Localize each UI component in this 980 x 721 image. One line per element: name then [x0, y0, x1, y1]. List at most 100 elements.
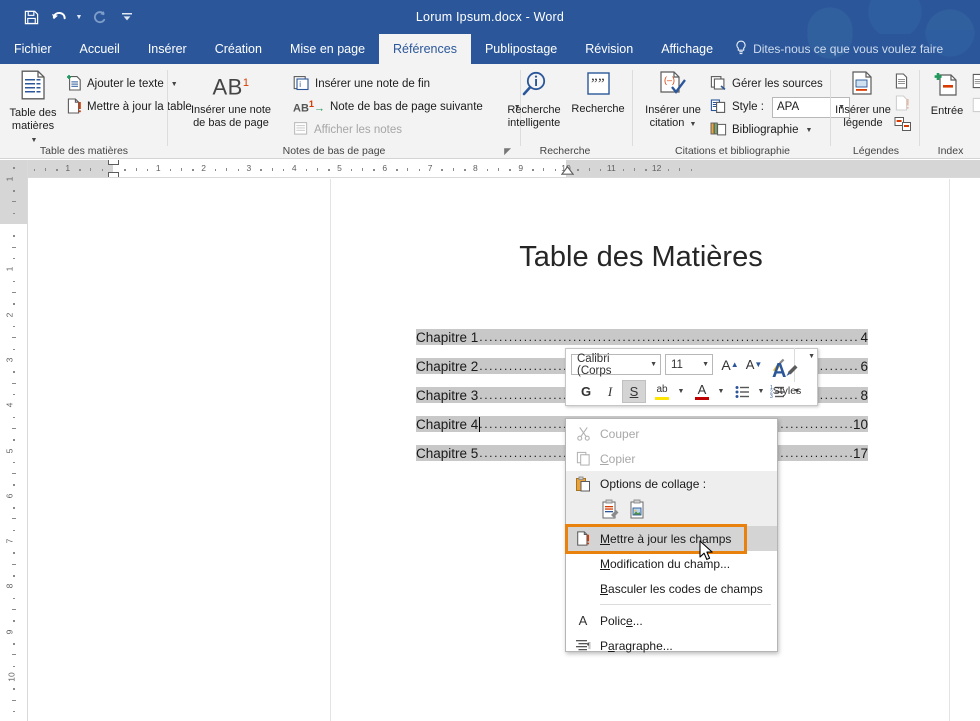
insert-index-icon-svg — [972, 73, 980, 89]
horizontal-ruler[interactable]: 1123456789101112 — [28, 160, 980, 178]
font-name-combo[interactable]: Calibri (Corps ▼ — [571, 353, 661, 377]
font-size-value: 11 — [671, 358, 683, 371]
mini-formatting-toolbar[interactable]: Calibri (Corps ▼ 11 ▼ A▲ A ▼ G I S ab ▼ — [565, 347, 818, 406]
add-text-button[interactable]: Ajouter le texte ▼ — [66, 74, 178, 94]
vruler-half-mark — [12, 201, 16, 203]
ruler-quarter-dot — [282, 169, 285, 171]
styles-dropdown-caret-icon[interactable]: ▼ — [808, 353, 815, 360]
manage-sources-button[interactable]: Gérer les sources — [710, 74, 823, 94]
ruler-quarter-dot — [509, 169, 511, 171]
ruler-quarter-dot — [305, 169, 308, 171]
researcher-button[interactable]: ” ” Recherche — [567, 70, 629, 116]
document-workspace[interactable]: Table des Matières Chapitre 1...........… — [29, 179, 980, 721]
tab-references[interactable]: Références — [379, 34, 471, 64]
ruler-quarter-dot — [554, 169, 557, 171]
tab-affichage[interactable]: Affichage — [647, 34, 727, 64]
ruler-quarter-dot — [214, 169, 217, 171]
bold-button[interactable]: G — [574, 380, 598, 403]
insert-citation-label-2: citation ▼ — [649, 117, 697, 129]
toc-entry-page: 4 — [860, 329, 868, 345]
paste-options-row[interactable] — [566, 496, 777, 526]
toc-entry[interactable]: Chapitre 1..............................… — [416, 329, 868, 345]
vertical-ruler[interactable]: 1 1 2 3 4 5 6 7 8 9 10 — [0, 160, 28, 721]
tab-creation[interactable]: Création — [201, 34, 276, 64]
tab-publipostage[interactable]: Publipostage — [471, 34, 571, 64]
underline-button[interactable]: S — [622, 380, 646, 403]
styles-button[interactable]: A Styles — [761, 351, 813, 405]
right-indent-marker[interactable] — [561, 166, 574, 175]
insert-citation-button[interactable]: (–) Insérer une citation ▼ — [638, 70, 708, 131]
menu-item-paragraphe[interactable]: ¶ Paragraphe... — [566, 633, 777, 658]
ruler-half-mark — [679, 168, 681, 171]
tab-mise-en-page[interactable]: Mise en page — [276, 34, 379, 64]
toc-entry-page: 6 — [860, 358, 868, 374]
vruler-half-mark — [12, 699, 16, 701]
update-index-icon — [971, 96, 980, 117]
paste-keep-source-formatting-icon-svg — [602, 499, 619, 518]
next-footnote-button[interactable]: AB1→ Note de bas de page suivante ▼ — [293, 97, 521, 117]
context-menu[interactable]: Couper Copier Options de collage : Mettr… — [565, 418, 778, 653]
vruler-tick-label: 5 — [4, 448, 15, 453]
ruler-quarter-dot — [260, 169, 262, 171]
menu-item-police[interactable]: A Police... — [566, 608, 777, 633]
mark-entry-button[interactable]: Entrée — [923, 72, 971, 118]
insert-table-of-figures-icon[interactable] — [894, 72, 910, 93]
vruler-tick-label: 6 — [4, 493, 15, 499]
ruler-half-mark — [452, 168, 454, 171]
grow-font-button[interactable]: A ▲ — [718, 353, 742, 376]
update-table-icon — [66, 97, 82, 118]
insert-caption-label-1: Insérer une — [835, 104, 891, 116]
tab-fichier[interactable]: Fichier — [0, 34, 66, 64]
insert-endnote-icon: i — [293, 75, 310, 94]
group-label-legendes: Légendes — [852, 145, 900, 157]
vruler-quarter-dot — [13, 393, 15, 396]
left-indent-marker[interactable] — [108, 172, 119, 177]
menu-item-modification-du-champ[interactable]: Modification du champ... — [566, 551, 777, 576]
ruler-quarter-dot — [645, 169, 647, 171]
font-color-dropdown-caret-icon[interactable]: ▼ — [714, 380, 726, 403]
insert-index-icon[interactable] — [971, 72, 980, 93]
vruler-quarter-dot — [13, 257, 15, 260]
bullets-button[interactable] — [730, 380, 754, 403]
ruler-quarter-dot — [418, 169, 421, 171]
paste-picture-icon[interactable] — [628, 499, 648, 524]
vruler-tick-label: 8 — [4, 584, 15, 589]
text-highlight-button[interactable]: ab — [650, 380, 674, 403]
show-notes-label: Afficher les notes — [314, 124, 403, 136]
ribbon-group-index: Entrée Index — [921, 64, 980, 159]
menu-item-basculer-les-codes-de-champs[interactable]: Basculer les codes de champs — [566, 576, 777, 601]
bibliography-button[interactable]: Bibliographie ▼ — [710, 120, 812, 140]
tell-me-box[interactable]: Dites-nous ce que vous voulez faire — [735, 34, 943, 64]
vruler-quarter-dot — [13, 688, 15, 690]
cross-reference-icon[interactable] — [894, 116, 912, 135]
tab-revision[interactable]: Révision — [571, 34, 647, 64]
highlight-dropdown-caret-icon[interactable]: ▼ — [674, 380, 686, 403]
insert-endnote-button[interactable]: i Insérer une note de fin — [293, 74, 430, 94]
vruler-quarter-dot — [13, 235, 15, 237]
researcher-icon-svg: ” ” — [586, 72, 610, 95]
ruler-quarter-dot — [350, 169, 353, 171]
tab-accueil[interactable]: Accueil — [66, 34, 134, 64]
ribbon-group-citations: (–) Insérer une citation ▼ Gérer les sou… — [634, 64, 850, 159]
ruler-quarter-dot — [690, 169, 693, 171]
chevron-down-icon: ▼ — [805, 126, 813, 134]
first-line-indent-marker[interactable] — [108, 160, 119, 165]
toc-gallery-button[interactable]: Table des matières ▼ — [6, 70, 60, 147]
cross-reference-icon-svg — [894, 117, 911, 131]
smart-lookup-button[interactable]: Recherche intelligente — [501, 70, 567, 130]
ruler-quarter-dot — [124, 169, 126, 171]
bullets-icon — [735, 385, 749, 398]
vruler-half-mark — [12, 473, 16, 475]
insert-footnote-button[interactable]: AB1 Insérer une note de bas de page — [179, 70, 283, 130]
ruler-half-mark — [271, 168, 273, 171]
lightbulb-icon-svg — [736, 40, 746, 55]
bibliography-label: Bibliographie — [732, 124, 799, 136]
font-color-button[interactable]: A — [690, 380, 714, 403]
ruler-tick-label: 1 — [155, 163, 161, 173]
paste-keep-source-formatting-icon[interactable] — [600, 499, 620, 524]
menu-item-mettre-a-jour-les-champs[interactable]: Mettre à jour les champs — [566, 526, 777, 551]
font-size-combo[interactable]: 11 ▼ — [665, 354, 713, 375]
insert-caption-button[interactable]: Insérer une légende — [834, 70, 892, 130]
italic-button[interactable]: I — [598, 380, 622, 403]
tab-inserer[interactable]: Insérer — [134, 34, 201, 64]
